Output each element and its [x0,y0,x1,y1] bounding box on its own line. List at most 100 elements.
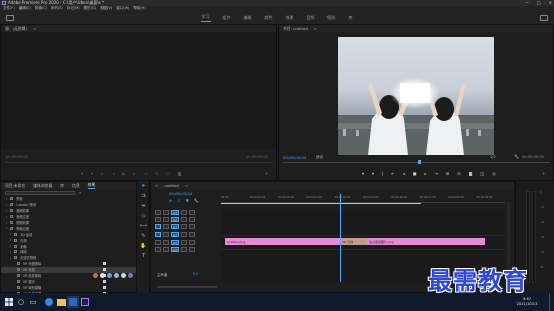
file-explorer-icon[interactable] [55,296,67,308]
solo-icon[interactable] [189,247,195,252]
mark-out-icon[interactable]: ⦁ [372,171,374,176]
snap-icon[interactable]: ⋔ [169,198,172,203]
pen-tool-icon[interactable]: ✎ [137,231,150,241]
expand-arrow-icon[interactable]: › [6,197,7,201]
track-header[interactable]: V1 [155,223,219,230]
program-monitor-title[interactable]: 节目: untitled [283,26,308,32]
step-back-icon[interactable]: ◂ [112,171,114,176]
tab-effects[interactable]: 效果 [87,182,96,189]
source-timecode-in[interactable]: 00;00;00;00 [6,155,28,159]
step-forward-icon[interactable]: ▸ [425,171,427,176]
hand-tool-icon[interactable]: ✋ [137,241,150,251]
fit-dropdown[interactable]: 适合 [316,155,323,160]
wrench-icon[interactable]: 🔧 [514,154,519,159]
expand-arrow-icon[interactable]: › [10,244,11,248]
master-volume-value[interactable]: 0.0 [193,272,198,276]
resolution-dropdown[interactable]: 1/2 [490,155,496,159]
razor-tool-icon[interactable]: ◇ [137,211,150,221]
linked-selection-icon[interactable]: ⊂ [177,198,180,203]
panel-menu-icon[interactable]: ≡ [185,183,188,188]
program-playhead[interactable] [418,160,421,164]
sync-lock-icon[interactable] [189,224,195,229]
vr-view-icon[interactable]: ◎ [492,171,496,176]
track-label[interactable]: A2 [171,240,179,245]
panel-menu-icon[interactable]: ≡ [33,26,36,31]
play-icon[interactable]: ■ [413,171,417,176]
expand-arrow-icon[interactable]: › [6,209,7,213]
work-area-bar[interactable] [221,203,421,204]
effects-search-input[interactable] [5,190,75,195]
search-icon[interactable]: ○ [15,296,27,308]
solo-icon[interactable] [189,232,195,237]
task-view-icon[interactable]: ▭ [27,296,39,308]
timeline-timecode[interactable]: 00;00;03;04 [169,191,192,196]
edge-browser-icon[interactable] [43,296,55,308]
mark-in-icon[interactable]: ⦁ [81,171,83,176]
workspace-assembly[interactable]: 组件 [222,14,232,22]
program-timecode[interactable]: 00;00;03;04 [283,155,306,160]
track-header[interactable]: A3 [155,246,219,253]
lift-icon[interactable]: ⊞ [446,171,449,176]
lock-track-icon[interactable] [163,232,169,237]
go-to-in-icon[interactable]: ⇤ [101,171,104,176]
word-icon[interactable] [67,296,79,308]
source-patch-button[interactable] [155,247,161,252]
step-forward-icon[interactable]: ▸ [133,171,135,176]
minimize-icon[interactable]: — [525,0,529,5]
slip-tool-icon[interactable]: ⟷ [137,221,150,231]
workspace-effects[interactable]: 效果 [285,14,295,22]
go-to-out-icon[interactable]: ⇥ [143,171,146,176]
source-patch-button[interactable] [155,217,161,222]
lock-track-icon[interactable] [163,210,169,215]
export-frame-icon[interactable]: ◙ [469,171,473,176]
tray-icon[interactable] [128,273,133,278]
workspace-learn[interactable]: 学习 [200,13,211,22]
workspace-libraries[interactable]: 库 [348,14,354,22]
workspace-color[interactable]: 颜色 [264,14,274,22]
tab-libraries[interactable]: 库 [60,183,64,189]
sync-lock-icon[interactable] [189,217,195,222]
app-tray-icon[interactable] [93,273,98,278]
close-tab-icon[interactable]: ✕ [155,183,158,188]
premiere-taskbar-icon[interactable] [79,296,91,308]
ripple-edit-tool-icon[interactable]: ⇹ [137,201,150,211]
play-icon[interactable]: ▶ [122,171,125,176]
tray-icon[interactable] [114,273,119,278]
comparison-view-icon[interactable]: ◫ [481,171,485,176]
transition-vr-light-rays[interactable]: VR 光线 [341,238,369,245]
insert-icon[interactable]: ⊞ [155,171,158,176]
track-header[interactable]: V3 [155,209,219,216]
expand-arrow-icon[interactable]: › [10,238,11,242]
expand-arrow-icon[interactable]: › [6,203,7,207]
quick-export-icon[interactable] [540,15,548,21]
workspace-audio[interactable]: 音频 [306,14,316,22]
track-label[interactable]: V1 [171,224,179,229]
tab-info[interactable]: 信息 [72,183,80,189]
toggle-output-icon[interactable] [181,224,187,229]
timeline-sequence-tab[interactable]: untitled [164,183,179,188]
track-label[interactable]: V2 [171,217,179,222]
expand-arrow-icon[interactable]: › [10,256,11,260]
selection-tool-icon[interactable]: ➤ [137,181,150,191]
source-patch-button[interactable] [155,240,161,245]
search-icon[interactable]: ⌕ [79,190,81,195]
clip-second-image[interactable]: 嘉兴星级图片.png [367,238,485,245]
track-label[interactable]: A3 [171,247,179,252]
windows-start-icon[interactable] [3,296,15,308]
track-label[interactable]: V3 [171,210,179,215]
program-add-button-icon[interactable]: + [542,171,545,176]
taskbar-clock[interactable]: 9:47 2021/10/13 [509,297,545,307]
mute-icon[interactable] [181,240,187,245]
track-select-tool-icon[interactable]: ⇉ [137,191,150,201]
source-patch-button[interactable] [155,210,161,215]
tray-icon[interactable] [100,273,105,278]
export-frame-icon[interactable]: ◙ [178,171,182,176]
timeline-zoom-bar[interactable] [157,286,217,288]
program-scrubber[interactable] [283,162,550,163]
more-workspaces-icon[interactable]: » [326,14,328,19]
timeline-ruler[interactable]: 00;00 00;00;01;00 00;00;02;00 00;00;03;00 00… [221,194,505,203]
expand-arrow-icon[interactable]: › [6,226,7,230]
step-back-icon[interactable]: ◂ [403,171,405,176]
type-tool-icon[interactable]: T [137,251,150,261]
add-marker-icon[interactable]: ▼ [186,198,189,203]
